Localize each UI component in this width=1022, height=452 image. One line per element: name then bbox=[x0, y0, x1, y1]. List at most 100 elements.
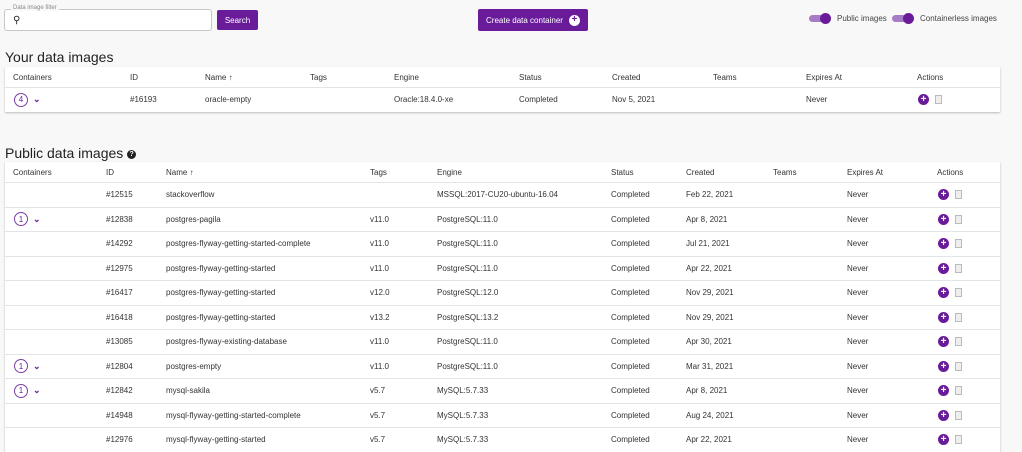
actions-cell: + bbox=[938, 404, 962, 428]
add-container-icon[interactable]: + bbox=[938, 238, 949, 250]
name-cell: mysql-flyway-getting-started-complete bbox=[166, 410, 301, 420]
id-cell: #12975 bbox=[106, 263, 133, 273]
add-container-icon[interactable]: + bbox=[938, 385, 949, 397]
add-container-icon[interactable]: + bbox=[918, 94, 929, 106]
created-cell: Apr 22, 2021 bbox=[686, 435, 732, 445]
column-header: Containers bbox=[13, 72, 52, 82]
add-container-icon[interactable]: + bbox=[938, 360, 949, 372]
actions-cell: + bbox=[938, 281, 962, 305]
add-container-icon[interactable]: + bbox=[938, 311, 949, 323]
created-cell: Apr 8, 2021 bbox=[686, 214, 728, 224]
tags-cell: v11.0 bbox=[370, 263, 389, 273]
trash-icon[interactable] bbox=[935, 95, 942, 105]
chevron-down-icon[interactable]: ⌄ bbox=[33, 361, 41, 372]
expires-cell: Never bbox=[847, 337, 869, 347]
create-data-container-button[interactable]: Create data container + bbox=[478, 9, 588, 31]
created-cell: Apr 22, 2021 bbox=[686, 263, 732, 273]
column-header: Engine bbox=[437, 167, 462, 177]
trash-icon[interactable] bbox=[955, 337, 962, 347]
table-header: Containers ID Name ↑ Tags Engine Status Create… bbox=[5, 162, 1000, 182]
column-header: Actions bbox=[937, 167, 964, 177]
actions-cell: + bbox=[938, 330, 962, 354]
engine-cell: PostgreSQL:11.0 bbox=[437, 239, 498, 249]
trash-icon[interactable] bbox=[955, 190, 962, 200]
status-cell: Completed bbox=[611, 190, 650, 200]
actions-cell: + bbox=[938, 232, 962, 256]
table-row: 1 ⌄ #12804 postgres-empty v11.0 PostgreSQL:11… bbox=[5, 353, 1000, 379]
chevron-down-icon[interactable]: ⌄ bbox=[33, 214, 41, 225]
filter-input[interactable] bbox=[29, 13, 209, 28]
containers-cell[interactable]: 1 ⌄ bbox=[14, 208, 41, 232]
add-container-icon[interactable]: + bbox=[938, 287, 949, 299]
data-image-filter[interactable]: Data image filter ⚲ bbox=[4, 5, 212, 31]
your-data-images-title: Your data images bbox=[5, 49, 114, 65]
name-cell: postgres-flyway-existing-database bbox=[166, 337, 287, 347]
public-images-toggle[interactable]: Public images bbox=[809, 13, 887, 24]
status-cell: Completed bbox=[611, 410, 650, 420]
help-icon[interactable]: ? bbox=[127, 149, 137, 159]
table-row: #12515 stackoverflow MSSQL:2017-CU20-ubunt… bbox=[5, 182, 1000, 207]
trash-icon[interactable] bbox=[955, 312, 962, 322]
trash-icon[interactable] bbox=[955, 435, 962, 445]
trash-icon[interactable] bbox=[955, 214, 962, 224]
add-container-icon[interactable]: + bbox=[938, 409, 949, 421]
add-container-icon[interactable]: + bbox=[938, 434, 949, 446]
container-count: 4 bbox=[14, 92, 28, 107]
actions-cell: + bbox=[938, 208, 962, 232]
engine-cell: PostgreSQL:13.2 bbox=[437, 312, 499, 322]
chevron-down-icon[interactable]: ⌄ bbox=[33, 385, 41, 396]
created-cell: Apr 30, 2021 bbox=[686, 337, 732, 347]
tags-cell: v12.0 bbox=[370, 288, 390, 298]
trash-icon[interactable] bbox=[955, 288, 962, 298]
column-header: Expires At bbox=[806, 72, 843, 82]
tags-cell: v11.0 bbox=[370, 239, 389, 249]
trash-icon[interactable] bbox=[955, 386, 962, 396]
engine-cell: PostgreSQL:11.0 bbox=[437, 361, 498, 371]
expires-cell: Never bbox=[847, 386, 869, 396]
public-data-images-table: Containers ID Name ↑ Tags Engine Status Create… bbox=[5, 162, 1000, 452]
column-header[interactable]: Name ↑ bbox=[205, 67, 233, 87]
name-cell: postgres-empty bbox=[166, 361, 222, 371]
actions-cell: + bbox=[938, 257, 962, 281]
toggle-switch[interactable] bbox=[809, 13, 831, 24]
id-cell: #12838 bbox=[106, 214, 133, 224]
toggle-switch[interactable] bbox=[892, 13, 914, 24]
table-row: #16418 postgres-flyway-getting-started v13… bbox=[5, 304, 1000, 330]
name-cell: mysql-sakila bbox=[166, 386, 211, 396]
status-cell: Completed bbox=[611, 435, 650, 445]
containers-cell[interactable]: 1 ⌄ bbox=[14, 379, 41, 403]
tags-cell: v11.0 bbox=[370, 361, 389, 371]
add-container-icon[interactable]: + bbox=[938, 336, 949, 348]
trash-icon[interactable] bbox=[955, 361, 962, 371]
containers-cell[interactable]: 4 ⌄ bbox=[14, 88, 41, 112]
add-container-icon[interactable]: + bbox=[938, 262, 949, 274]
column-header[interactable]: Name ↑ bbox=[166, 162, 194, 182]
table-row: #13085 postgres-flyway-existing-database v… bbox=[5, 329, 1000, 354]
chevron-down-icon[interactable]: ⌄ bbox=[33, 94, 41, 105]
table-row: #16417 postgres-flyway-getting-started v12… bbox=[5, 280, 1000, 305]
expires-cell: Never bbox=[847, 361, 869, 371]
name-cell: postgres-pagila bbox=[166, 214, 221, 224]
add-container-icon[interactable]: + bbox=[938, 189, 949, 201]
table-row: #14292 postgres-flyway-getting-started-co… bbox=[5, 231, 1000, 256]
engine-cell: Oracle:18.4.0-xe bbox=[394, 95, 454, 105]
engine-cell: PostgreSQL:11.0 bbox=[437, 263, 498, 273]
trash-icon[interactable] bbox=[955, 239, 962, 249]
containerless-images-toggle[interactable]: Containerless images bbox=[892, 13, 997, 24]
trash-icon[interactable] bbox=[955, 410, 962, 420]
expires-cell: Never bbox=[806, 95, 828, 105]
containers-cell[interactable]: 1 ⌄ bbox=[14, 355, 41, 379]
trash-icon[interactable] bbox=[955, 263, 962, 273]
created-cell: Nov 5, 2021 bbox=[612, 95, 656, 105]
tags-cell: v5.7 bbox=[370, 435, 386, 445]
status-cell: Completed bbox=[519, 95, 558, 105]
container-count: 1 bbox=[14, 383, 28, 398]
expires-cell: Never bbox=[847, 190, 869, 200]
name-cell: stackoverflow bbox=[166, 190, 215, 200]
engine-cell: MySQL:5.7.33 bbox=[437, 435, 489, 445]
add-container-icon[interactable]: + bbox=[938, 213, 949, 225]
search-button[interactable]: Search bbox=[217, 10, 258, 30]
column-header: Expires At bbox=[847, 167, 884, 177]
expires-cell: Never bbox=[847, 239, 869, 249]
create-label: Create data container bbox=[486, 15, 563, 25]
